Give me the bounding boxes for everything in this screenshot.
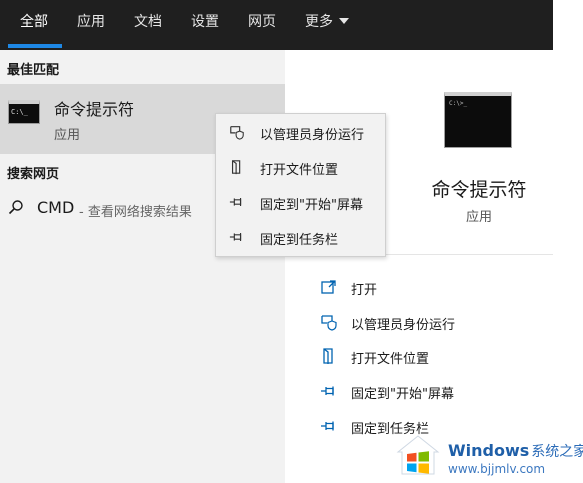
context-menu-run-as-admin[interactable]: 以管理员身份运行 (216, 118, 385, 146)
tab-web[interactable]: 网页 (248, 12, 276, 36)
context-menu-open-file-location-label: 打开文件位置 (260, 163, 339, 178)
context-menu-pin-to-taskbar-label: 固定到任务栏 (260, 233, 339, 248)
best-match-type: 应用 (54, 128, 81, 143)
context-menu-run-as-admin-label: 以管理员身份运行 (260, 128, 365, 143)
web-search-hint: - 查看网络搜索结果 (79, 205, 192, 220)
web-search-query: CMD (37, 198, 75, 217)
active-tab-indicator (8, 44, 62, 48)
best-match-name: 命令提示符 (54, 100, 135, 119)
tab-more[interactable]: 更多 (305, 12, 349, 36)
context-menu-pin-to-taskbar[interactable]: 固定到任务栏 (216, 223, 385, 251)
context-menu: 以管理员身份运行 打开文件位置 固定到"开始"屏幕 固定到任务栏 (215, 113, 386, 257)
tab-more-label: 更多 (305, 14, 333, 30)
pin-icon (229, 233, 242, 241)
cmd-large-icon: C:\>_ (444, 92, 512, 148)
shield-icon (321, 315, 337, 331)
pin-icon (321, 421, 334, 431)
action-open-file-location-label: 打开文件位置 (351, 352, 430, 367)
web-search-heading: 搜索网页 (7, 167, 60, 182)
pin-icon (229, 198, 242, 206)
action-run-as-admin-label: 以管理员身份运行 (351, 318, 456, 333)
action-pin-to-start-label: 固定到"开始"屏幕 (351, 387, 454, 402)
tab-documents[interactable]: 文档 (134, 12, 162, 36)
file-location-icon (323, 348, 333, 364)
chevron-down-icon (339, 18, 349, 24)
windows-logo-icon (396, 435, 440, 475)
tab-apps[interactable]: 应用 (77, 12, 105, 36)
file-location-icon (231, 160, 241, 175)
search-tabs-bar: 全部 应用 文档 设置 网页 更多 (0, 0, 553, 50)
action-open-label: 打开 (351, 283, 378, 298)
watermark-url: www.bjjmlv.com (448, 462, 546, 476)
context-menu-pin-to-start-label: 固定到"开始"屏幕 (260, 198, 363, 213)
watermark-brand: Windows (448, 441, 530, 460)
tab-all[interactable]: 全部 (20, 12, 48, 36)
cmd-icon: C:\_ (8, 100, 40, 124)
cmd-icon-text: C:\_ (11, 108, 28, 116)
watermark-title: Windows 系统之家 (448, 441, 583, 461)
open-icon (321, 280, 336, 294)
search-icon (8, 200, 23, 215)
best-match-heading: 最佳匹配 (7, 63, 60, 78)
context-menu-open-file-location[interactable]: 打开文件位置 (216, 153, 385, 181)
shield-icon (230, 126, 244, 140)
watermark-brand-cn: 系统之家 (531, 444, 583, 460)
tab-settings[interactable]: 设置 (191, 12, 219, 36)
pin-icon (321, 386, 334, 396)
watermark: Windows 系统之家 www.bjjmlv.com (392, 432, 583, 480)
cmd-large-icon-text: C:\>_ (449, 100, 468, 107)
context-menu-pin-to-start[interactable]: 固定到"开始"屏幕 (216, 188, 385, 216)
